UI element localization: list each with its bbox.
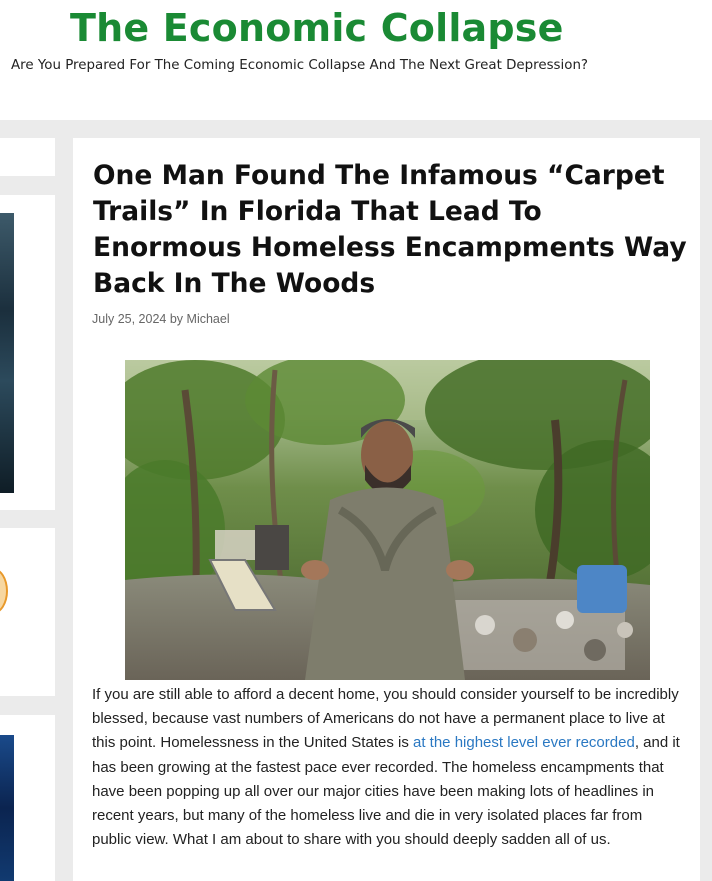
sidebar-thumbnail[interactable] (0, 735, 14, 881)
author-link[interactable]: Michael (187, 312, 230, 326)
paragraph-text-end: , and it has been growing at the fastest… (92, 734, 680, 849)
article-title[interactable]: One Man Found The Infamous “Carpet Trail… (93, 158, 693, 302)
sidebar-badge-icon[interactable] (0, 568, 8, 614)
highest-level-link[interactable]: at the highest level ever recorded (413, 734, 635, 751)
site-tagline: Are You Prepared For The Coming Economic… (11, 58, 589, 73)
article-photo (125, 360, 650, 680)
sidebar-widget (0, 195, 55, 510)
by-label: by (169, 312, 184, 326)
article: One Man Found The Infamous “Carpet Trail… (73, 138, 700, 881)
sidebar-widget (0, 528, 55, 696)
article-meta: July 25, 2024 by Michael (92, 312, 230, 326)
sidebar-widget (0, 138, 55, 176)
sidebar-thumbnail[interactable] (0, 213, 14, 493)
article-body-paragraph: If you are still able to afford a decent… (92, 683, 682, 852)
post-date[interactable]: July 25, 2024 (92, 312, 166, 326)
site-header: The Economic Collapse Are You Prepared F… (0, 0, 712, 120)
sidebar-widget (0, 715, 55, 881)
site-title[interactable]: The Economic Collapse (70, 6, 564, 50)
photo-illustration (125, 360, 650, 680)
